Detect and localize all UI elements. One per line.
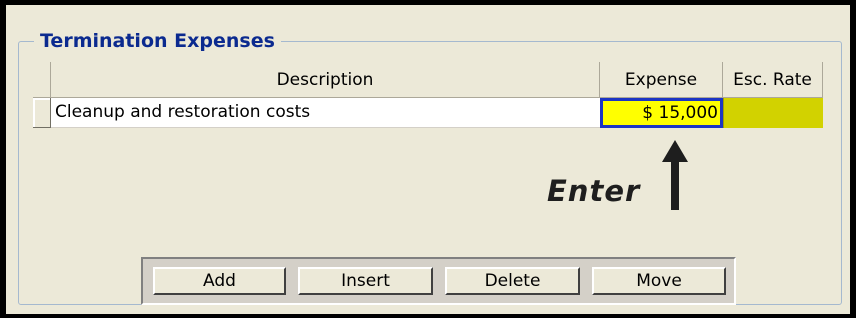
description-cell[interactable]: Cleanup and restoration costs — [51, 98, 600, 128]
column-header-esc-rate[interactable]: Esc. Rate — [723, 62, 823, 98]
expenses-table: Description Expense Esc. Rate Cleanup an… — [33, 62, 823, 128]
row-selector[interactable] — [33, 98, 51, 128]
window-frame-right — [850, 0, 856, 318]
table-header: Description Expense Esc. Rate — [33, 62, 823, 98]
insert-button[interactable]: Insert — [298, 267, 433, 295]
add-button[interactable]: Add — [153, 267, 286, 295]
window-frame-bottom — [0, 314, 856, 318]
termination-expenses-panel: Termination Expenses Description Expense… — [6, 5, 850, 314]
enter-annotation-label: Enter — [547, 174, 641, 208]
table-row: Cleanup and restoration costs $ 15,000 — [33, 98, 823, 128]
move-button[interactable]: Move — [592, 267, 726, 295]
esc-rate-cell[interactable] — [723, 98, 823, 128]
delete-button[interactable]: Delete — [445, 267, 580, 295]
expense-cell[interactable]: $ 15,000 — [600, 98, 723, 128]
arrow-up-icon — [662, 140, 688, 210]
column-header-expense[interactable]: Expense — [600, 62, 723, 98]
group-title: Termination Expenses — [34, 29, 281, 53]
column-header-description[interactable]: Description — [51, 62, 600, 98]
header-corner — [33, 62, 51, 98]
table-button-bar: Add Insert Delete Move — [141, 257, 736, 305]
